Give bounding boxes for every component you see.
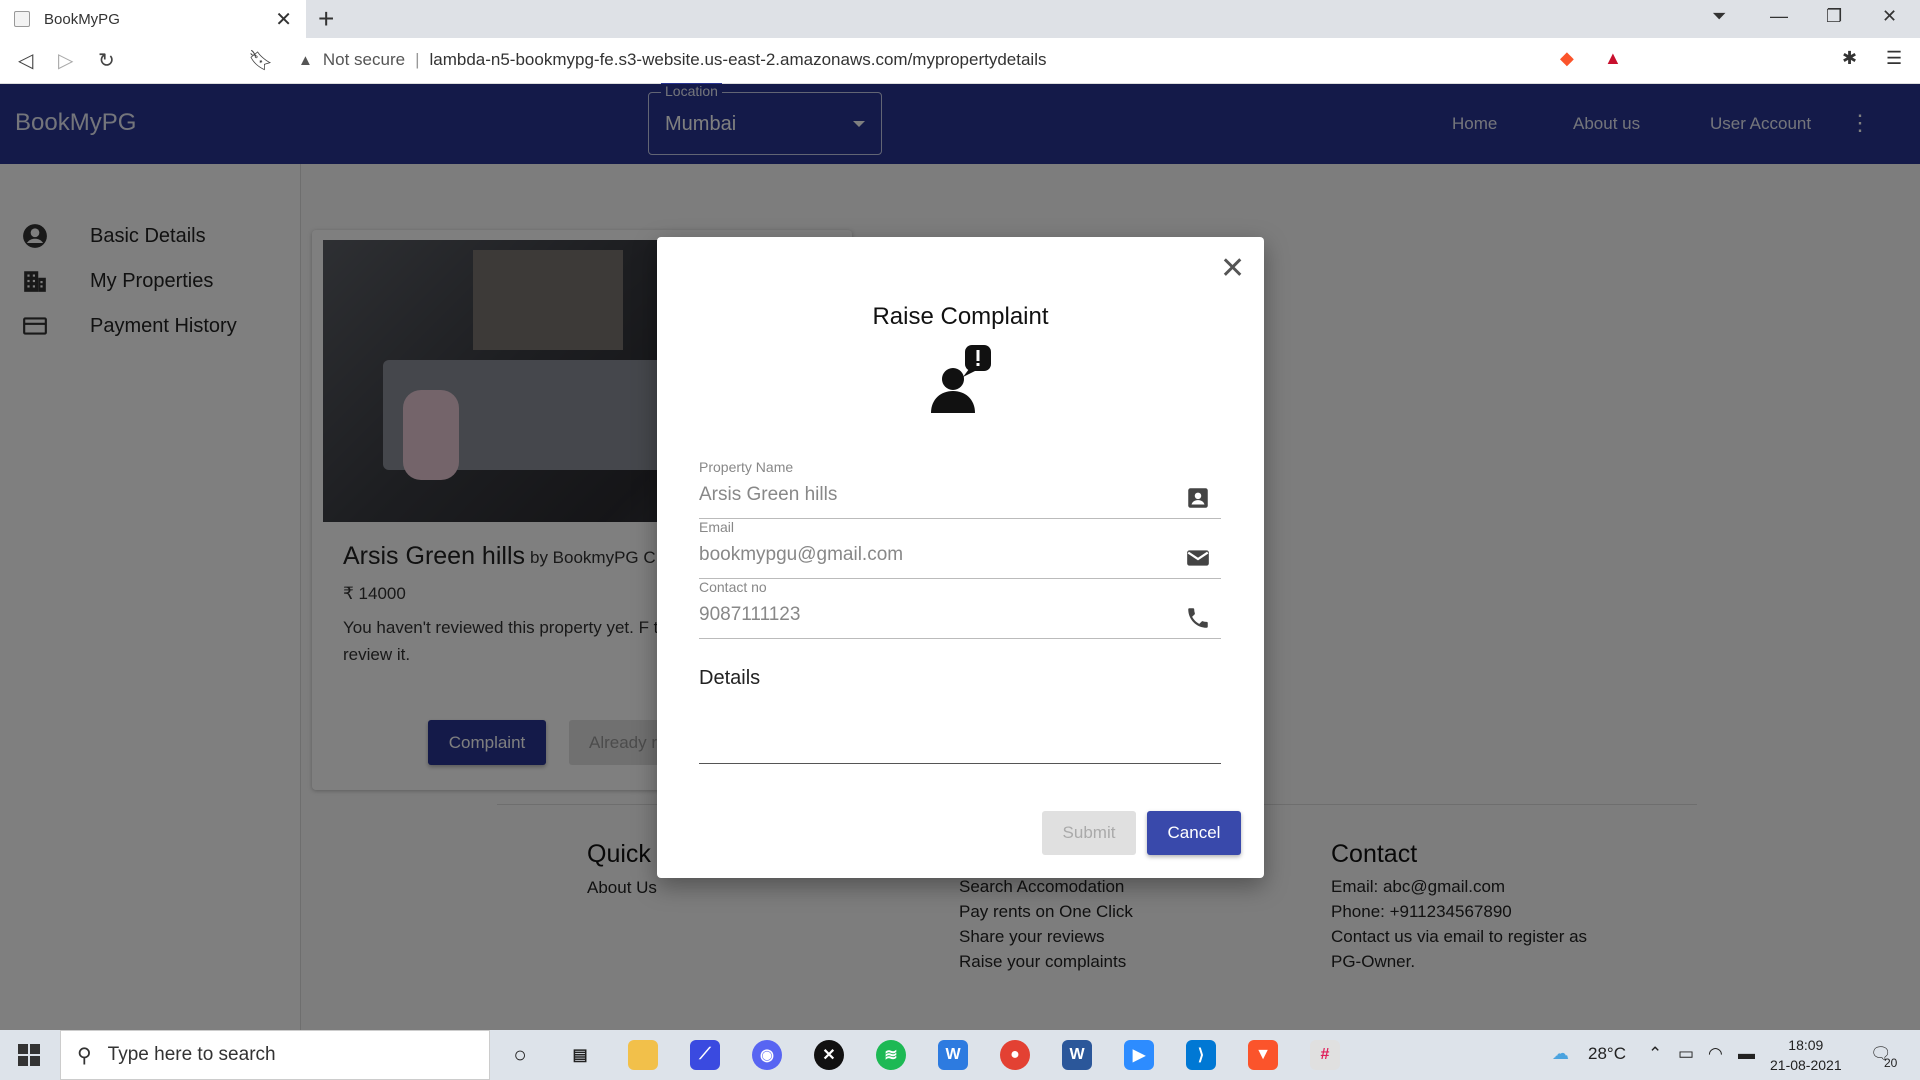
phone-icon [1188, 608, 1208, 628]
bookmark-icon[interactable]: 🔖︎ [248, 48, 273, 73]
tab-title: BookMyPG [44, 10, 120, 28]
taskbar-search[interactable]: ⚲ Type here to search [60, 1030, 490, 1080]
forward-icon[interactable]: ▷ [58, 48, 73, 73]
clock-date: 21-08-2021 [1770, 1057, 1842, 1073]
field-value: Arsis Green hills [699, 484, 838, 505]
brave-shield-icon[interactable]: ◆ [1560, 48, 1574, 69]
browser-tabstrip: BookMyPG ✕ + ⏷ — ❐ ✕ [0, 0, 1920, 38]
search-placeholder: Type here to search [107, 1044, 276, 1065]
field-label: Contact no [699, 579, 767, 595]
zoom-icon[interactable]: ▶ [1124, 1040, 1154, 1070]
back-icon[interactable]: ◁ [18, 48, 33, 73]
vscode-icon[interactable]: ⟩ [1186, 1040, 1216, 1070]
raise-complaint-dialog: ✕ Raise Complaint Property Name Arsis Gr… [657, 237, 1264, 878]
omnibox[interactable]: ▲ Not secure | lambda-n5-bookmypg-fe.s3-… [286, 42, 1594, 78]
new-tab-button[interactable]: + [318, 4, 334, 34]
search-icon: ⚲ [77, 1044, 92, 1067]
contact-no-field[interactable]: Contact no 9087111123 [699, 579, 1221, 639]
dialog-title: Raise Complaint [872, 303, 1049, 330]
reload-icon[interactable]: ↻ [98, 48, 115, 73]
word-icon[interactable]: W [1062, 1040, 1092, 1070]
xbox-icon[interactable]: ✕ [814, 1040, 844, 1070]
field-label: Property Name [699, 459, 794, 475]
restore-icon[interactable]: ❐ [1826, 6, 1842, 27]
close-tab-icon[interactable]: ✕ [275, 7, 292, 32]
field-label: Email [699, 519, 735, 535]
property-name-field[interactable]: Property Name Arsis Green hills [699, 459, 1221, 519]
tray-chevron-icon[interactable]: ⌃ [1648, 1044, 1662, 1064]
slack-icon[interactable]: # [1310, 1040, 1340, 1070]
brave-rewards-icon[interactable]: ▲ [1604, 48, 1622, 69]
battery-icon[interactable]: ▬ [1738, 1044, 1755, 1064]
field-value: bookmypgu@gmail.com [699, 544, 904, 565]
extensions-icon[interactable]: ✱ [1842, 48, 1857, 69]
user-alert-icon [931, 345, 991, 413]
url-text: lambda-n5-bookmypg-fe.s3-website.us-east… [429, 50, 1047, 69]
not-secure-label: Not secure [322, 50, 406, 69]
browser-tab[interactable]: BookMyPG ✕ [0, 0, 306, 38]
favicon-icon [14, 11, 30, 27]
field-value: 9087111123 [699, 604, 801, 625]
weather-icon[interactable]: ☁ [1552, 1044, 1569, 1064]
temperature-label[interactable]: 28°C [1588, 1044, 1626, 1064]
close-icon[interactable]: ✕ [1220, 251, 1245, 286]
windows-taskbar: ⚲ Type here to search ○ ▤ ⟋ ◉ ✕ ≋ W ● W … [0, 1030, 1920, 1080]
cancel-button[interactable]: Cancel [1147, 811, 1241, 855]
url-separator: | [415, 50, 420, 69]
windows-start-icon[interactable] [18, 1044, 40, 1066]
contact-card-icon [1188, 488, 1208, 508]
close-window-icon[interactable]: ✕ [1882, 6, 1897, 27]
meet-now-icon[interactable]: ▭ [1678, 1044, 1694, 1064]
app-icon[interactable]: W [938, 1040, 968, 1070]
brave-browser-icon[interactable]: ▼ [1248, 1040, 1278, 1070]
editor-app-icon[interactable]: ⟋ [690, 1040, 720, 1070]
minimize-icon[interactable]: — [1770, 6, 1788, 27]
mail-icon [1187, 550, 1209, 566]
cortana-icon[interactable]: ○ [505, 1040, 535, 1070]
file-explorer-icon[interactable] [628, 1040, 658, 1070]
clock-time: 18:09 [1788, 1037, 1824, 1053]
email-field[interactable]: Email bookmypgu@gmail.com [699, 519, 1221, 579]
browser-menu-icon[interactable]: ☰ [1886, 48, 1902, 69]
wifi-icon[interactable]: ◠ [1708, 1044, 1723, 1064]
details-textarea[interactable]: Details [699, 657, 1221, 764]
details-label: Details [699, 667, 761, 689]
profile-menu-icon[interactable]: ⏷ [1712, 6, 1726, 27]
warning-icon: ▲ [298, 51, 313, 69]
notification-count: 20 [1884, 1056, 1898, 1070]
discord-icon[interactable]: ◉ [752, 1040, 782, 1070]
chrome-icon[interactable]: ● [1000, 1040, 1030, 1070]
address-bar-row: ◁ ▷ ↻ 🔖︎ ▲ Not secure | lambda-n5-bookmy… [0, 38, 1920, 84]
submit-button[interactable]: Submit [1042, 811, 1136, 855]
spotify-icon[interactable]: ≋ [876, 1040, 906, 1070]
system-clock[interactable]: 18:09 21-08-2021 [1770, 1035, 1842, 1075]
task-view-icon[interactable]: ▤ [565, 1040, 595, 1070]
